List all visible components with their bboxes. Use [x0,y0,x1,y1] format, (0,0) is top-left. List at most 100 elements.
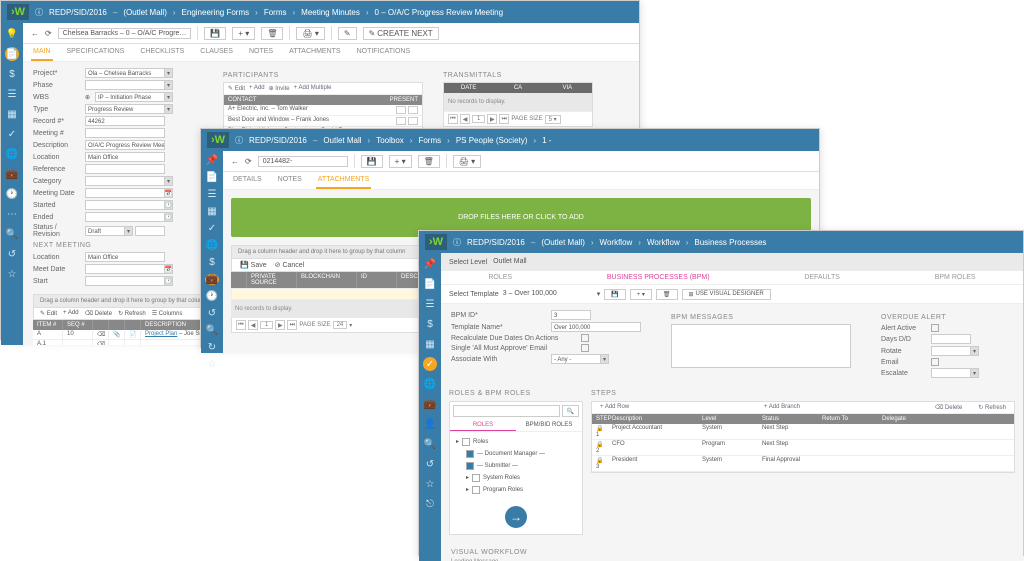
grid-refresh[interactable]: ↻ Refresh [118,310,146,317]
file-icon[interactable]: 📄 [5,47,19,61]
bpm-id-field[interactable]: 3 [551,310,591,320]
grid-icon[interactable]: ▦ [5,107,19,121]
grid-add[interactable]: + Add [63,310,79,317]
add-button[interactable]: + ▾ [232,27,255,40]
reference-field[interactable] [85,164,165,174]
status-field[interactable]: Draft [85,226,125,236]
meeting-no-field[interactable] [85,128,165,138]
tab-clauses[interactable]: CLAUSES [198,44,235,61]
refresh-steps-button[interactable]: ↻ Refresh [970,402,1014,413]
grid-icon[interactable]: ▦ [423,337,437,351]
record-field[interactable]: 44262 [85,116,165,126]
add-row-button[interactable]: + Add Row [592,402,637,413]
pencil-button[interactable]: ✎ [338,27,357,40]
print-button[interactable]: 🖨 ▾ [296,27,324,40]
user-icon[interactable]: 👤 [423,417,437,431]
ended-field[interactable] [85,212,165,222]
tab-notes[interactable]: NOTES [247,44,275,61]
save-link[interactable]: 💾 Save [240,261,267,269]
search-icon[interactable]: 🔍 [423,437,437,451]
globe-icon[interactable]: 🌐 [205,240,219,251]
next-start-field[interactable] [85,276,165,286]
dollar-icon[interactable]: $ [5,67,19,81]
category-field[interactable] [85,176,165,186]
step-row[interactable]: 🔒 1Project AccountantSystemNext Step [592,424,1014,440]
back-icon[interactable]: ← [31,29,39,38]
check-icon[interactable]: ✓ [205,223,219,234]
transfer-arrow-button[interactable]: → [505,506,527,528]
grid-icon[interactable]: ▦ [205,206,219,217]
back-icon[interactable]: ← [231,157,239,166]
tab-main[interactable]: MAIN [31,44,53,61]
dollar-icon[interactable]: $ [423,317,437,331]
grid-delete[interactable]: ⌫ Delete [85,310,113,317]
project-field[interactable]: Ola – Chelsea Barracks [85,68,165,78]
refresh-icon[interactable]: ⟳ [245,157,252,166]
location-field[interactable]: Main Office [85,152,165,162]
pin-icon[interactable]: 📌 [205,155,219,166]
file-icon[interactable]: 📄 [205,172,219,183]
participant-row[interactable]: A+ Electric, Inc. – Tom Walker [224,105,422,116]
tab-bpm-roles[interactable]: BPM ROLES [935,274,976,281]
visual-designer-button[interactable]: ⊞ USE VISUAL DESIGNER [682,289,771,300]
tab-notes[interactable]: NOTES [276,172,304,189]
next-loc-field[interactable]: Main Office [85,252,165,262]
search-icon[interactable]: 🔍 [205,325,219,336]
tab-notifications[interactable]: NOTIFICATIONS [355,44,413,61]
meeting-date-field[interactable] [85,188,165,198]
delete-step-button[interactable]: ⌫ Delete [927,402,971,413]
refresh-icon[interactable]: ↻ [205,342,219,353]
tab-details[interactable]: DETAILS [231,172,264,189]
grid-edit[interactable]: ✎ Edit [40,310,57,317]
step-row[interactable]: 🔒 2CFOProgramNext Step [592,440,1014,456]
search-icon[interactable]: 🔍 [5,227,19,241]
bookmark-icon[interactable]: ☆ [205,359,219,370]
print-button[interactable]: 🖨 ▾ [453,155,481,168]
save-button[interactable]: 💾 [204,27,226,40]
briefcase-icon[interactable]: 💼 [5,167,19,181]
next-date-field[interactable] [85,264,165,274]
pager-prev[interactable]: ◀ [460,114,470,124]
roles-tab[interactable]: ROLES [450,420,516,431]
search-button[interactable]: 🔍 [562,405,579,417]
participants-edit[interactable]: ✎ Edit [228,85,245,92]
clock-icon[interactable]: 🕐 [5,187,19,201]
bpm-bid-roles-tab[interactable]: BPM/BID ROLES [516,420,582,431]
template-name-field[interactable]: Over 100,000 [551,322,641,332]
dollar-icon[interactable]: $ [205,257,219,268]
bookmark-icon[interactable]: ☆ [5,267,19,281]
participants-add[interactable]: + Add [249,85,265,92]
history-icon[interactable]: ↺ [5,247,19,261]
refresh-icon[interactable]: ⟳ [45,29,52,38]
delete-button[interactable]: 🗑 [261,27,283,40]
participants-add-multiple[interactable]: + Add Multiple [294,85,332,92]
associate-field[interactable]: - Any - [551,354,601,364]
tab-attachments[interactable]: ATTACHMENTS [287,44,342,61]
participant-row[interactable]: Best Door and Window – Frank Jones [224,116,422,127]
lightbulb-icon[interactable]: 💡 [5,27,19,41]
bookmark-icon[interactable]: ☆ [423,477,437,491]
level-select[interactable]: Outlet Mall [493,256,583,268]
tab-bpm[interactable]: BUSINESS PROCESSES (BPM) [607,274,710,281]
recalc-checkbox[interactable] [581,334,589,342]
pager-next[interactable]: ▶ [487,114,497,124]
globe-icon[interactable]: 🌐 [423,377,437,391]
participants-invite[interactable]: ⊕ Invite [269,85,290,92]
step-row[interactable]: 🔒 3PresidentSystemFinal Approval [592,456,1014,472]
history-icon[interactable]: ↺ [205,308,219,319]
add-branch-button[interactable]: + Add Branch [637,402,927,413]
wbs-field[interactable]: IP – Initiation Phase [95,92,165,102]
started-field[interactable] [85,200,165,210]
add-button[interactable]: + ▾ [630,289,652,300]
briefcase-icon[interactable]: 💼 [423,397,437,411]
tab-specifications[interactable]: SPECIFICATIONS [65,44,127,61]
type-field[interactable]: Progress Review [85,104,165,114]
list-icon[interactable]: ☰ [205,189,219,200]
list-icon[interactable]: ☰ [423,297,437,311]
tab-checklists[interactable]: CHECKLISTS [138,44,186,61]
template-select[interactable]: 3 – Over 100,000 [503,288,593,300]
check-icon[interactable]: ✓ [423,357,437,371]
single-email-checkbox[interactable] [581,344,589,352]
roles-search-input[interactable] [453,405,560,417]
grid-columns[interactable]: ☰ Columns [152,310,183,317]
